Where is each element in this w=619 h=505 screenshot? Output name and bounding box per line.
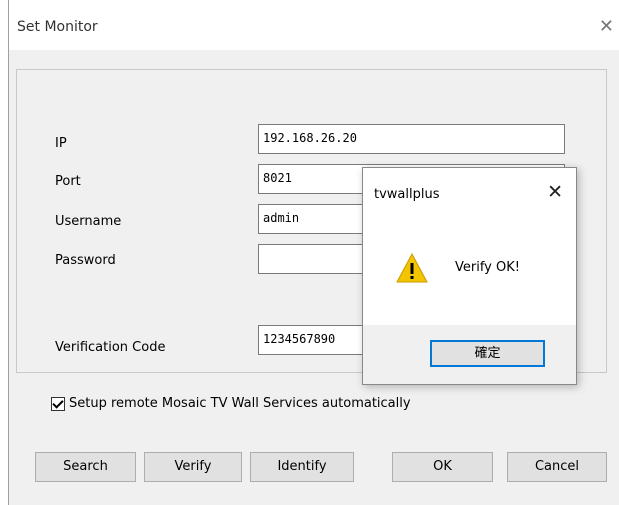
ok-button[interactable]: OK (392, 452, 493, 482)
message-close-icon[interactable]: ✕ (547, 181, 563, 203)
auto-setup-label: Setup remote Mosaic TV Wall Services aut… (69, 396, 411, 411)
warning-icon (396, 253, 428, 283)
message-box: tvwallplus ✕ Verify OK! 確定 (362, 167, 577, 385)
password-label: Password (55, 253, 116, 268)
auto-setup-option[interactable]: Setup remote Mosaic TV Wall Services aut… (51, 396, 411, 411)
identify-button[interactable]: Identify (250, 452, 354, 482)
dialog-title: Set Monitor (17, 19, 98, 35)
message-ok-button[interactable]: 確定 (430, 340, 545, 367)
verify-button[interactable]: Verify (144, 452, 242, 482)
message-box-title: tvwallplus (374, 187, 440, 202)
search-button[interactable]: Search (35, 452, 136, 482)
ip-input[interactable]: 192.168.26.20 (258, 124, 565, 154)
cancel-button[interactable]: Cancel (507, 452, 607, 482)
ip-label: IP (55, 136, 67, 151)
message-body: tvwallplus ✕ Verify OK! (363, 168, 576, 325)
close-icon[interactable]: ✕ (599, 16, 614, 37)
title-bar: Set Monitor ✕ (9, 0, 619, 50)
verification-code-label: Verification Code (55, 340, 166, 355)
port-label: Port (55, 174, 81, 189)
message-text: Verify OK! (455, 260, 520, 275)
auto-setup-checkbox[interactable] (51, 396, 65, 411)
username-label: Username (55, 214, 122, 229)
